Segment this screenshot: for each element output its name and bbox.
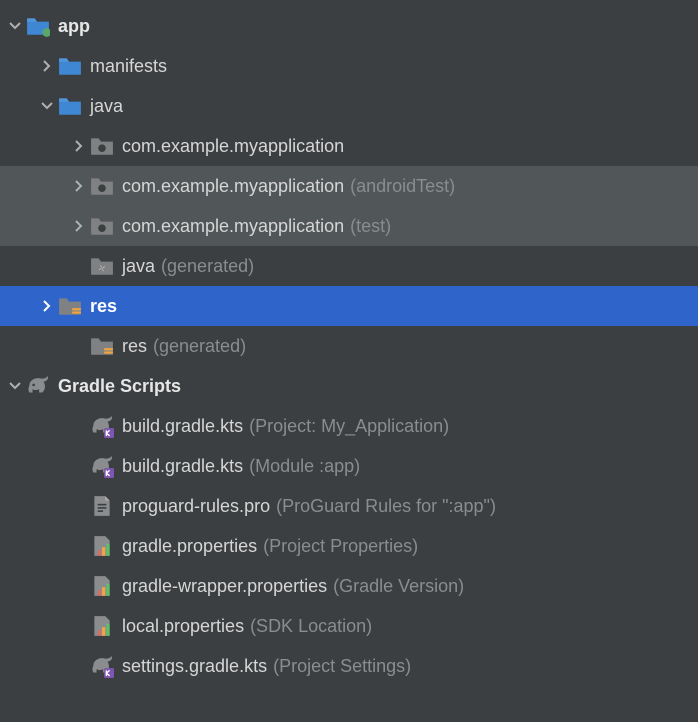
- properties-file-icon: [90, 574, 114, 598]
- node-label: proguard-rules.pro: [122, 496, 270, 517]
- node-suffix: (Project: My_Application): [249, 416, 449, 437]
- gradle-icon: [26, 374, 50, 398]
- node-suffix: (test): [350, 216, 391, 237]
- tree-node-app[interactable]: app: [0, 6, 698, 46]
- chevron-down-icon[interactable]: [36, 95, 58, 117]
- tree-node-package-test[interactable]: com.example.myapplication (test): [0, 206, 698, 246]
- tree-node-settings-gradle[interactable]: settings.gradle.kts (Project Settings): [0, 646, 698, 686]
- node-label: build.gradle.kts: [122, 416, 243, 437]
- node-label: Gradle Scripts: [58, 376, 181, 397]
- package-icon: [90, 134, 114, 158]
- gradle-kts-icon: [90, 454, 114, 478]
- tree-node-gradle-wrapper-properties[interactable]: gradle-wrapper.properties (Gradle Versio…: [0, 566, 698, 606]
- package-icon: [90, 214, 114, 238]
- tree-node-res[interactable]: res: [0, 286, 698, 326]
- tree-node-package-androidtest[interactable]: com.example.myapplication (androidTest): [0, 166, 698, 206]
- node-label: java: [122, 256, 155, 277]
- folder-icon: [58, 94, 82, 118]
- tree-node-java-generated[interactable]: java (generated): [0, 246, 698, 286]
- module-icon: [26, 14, 50, 38]
- tree-node-package-main[interactable]: com.example.myapplication: [0, 126, 698, 166]
- node-suffix: (ProGuard Rules for ":app"): [276, 496, 496, 517]
- tree-node-java[interactable]: java: [0, 86, 698, 126]
- chevron-right-icon[interactable]: [36, 55, 58, 77]
- tree-node-build-gradle-module[interactable]: build.gradle.kts (Module :app): [0, 446, 698, 486]
- node-suffix: (Project Settings): [273, 656, 411, 677]
- node-label: settings.gradle.kts: [122, 656, 267, 677]
- folder-generated-icon: [90, 254, 114, 278]
- node-suffix: (generated): [161, 256, 254, 277]
- node-label: java: [90, 96, 123, 117]
- node-label: res: [122, 336, 147, 357]
- node-label: app: [58, 16, 90, 37]
- node-label: com.example.myapplication: [122, 216, 344, 237]
- node-suffix: (SDK Location): [250, 616, 372, 637]
- node-suffix: (Module :app): [249, 456, 360, 477]
- chevron-down-icon[interactable]: [4, 15, 26, 37]
- tree-node-manifests[interactable]: manifests: [0, 46, 698, 86]
- tree-node-gradle-properties[interactable]: gradle.properties (Project Properties): [0, 526, 698, 566]
- tree-node-proguard[interactable]: proguard-rules.pro (ProGuard Rules for "…: [0, 486, 698, 526]
- chevron-right-icon[interactable]: [68, 135, 90, 157]
- node-label: gradle-wrapper.properties: [122, 576, 327, 597]
- chevron-right-icon[interactable]: [68, 175, 90, 197]
- node-label: manifests: [90, 56, 167, 77]
- text-file-icon: [90, 494, 114, 518]
- node-label: gradle.properties: [122, 536, 257, 557]
- gradle-kts-icon: [90, 654, 114, 678]
- folder-res-icon: [90, 334, 114, 358]
- node-suffix: (Gradle Version): [333, 576, 464, 597]
- properties-file-icon: [90, 614, 114, 638]
- gradle-kts-icon: [90, 414, 114, 438]
- node-suffix: (Project Properties): [263, 536, 418, 557]
- tree-node-local-properties[interactable]: local.properties (SDK Location): [0, 606, 698, 646]
- package-icon: [90, 174, 114, 198]
- node-label: build.gradle.kts: [122, 456, 243, 477]
- folder-icon: [58, 54, 82, 78]
- node-label: res: [90, 296, 117, 317]
- folder-res-icon: [58, 294, 82, 318]
- node-label: com.example.myapplication: [122, 176, 344, 197]
- properties-file-icon: [90, 534, 114, 558]
- chevron-right-icon[interactable]: [68, 215, 90, 237]
- tree-node-build-gradle-project[interactable]: build.gradle.kts (Project: My_Applicatio…: [0, 406, 698, 446]
- chevron-right-icon[interactable]: [36, 295, 58, 317]
- node-suffix: (generated): [153, 336, 246, 357]
- tree-node-res-generated[interactable]: res (generated): [0, 326, 698, 366]
- node-label: com.example.myapplication: [122, 136, 344, 157]
- tree-node-gradle-scripts[interactable]: Gradle Scripts: [0, 366, 698, 406]
- chevron-down-icon[interactable]: [4, 375, 26, 397]
- node-suffix: (androidTest): [350, 176, 455, 197]
- node-label: local.properties: [122, 616, 244, 637]
- project-tree[interactable]: app manifests java com.example.myapplica…: [0, 0, 698, 686]
